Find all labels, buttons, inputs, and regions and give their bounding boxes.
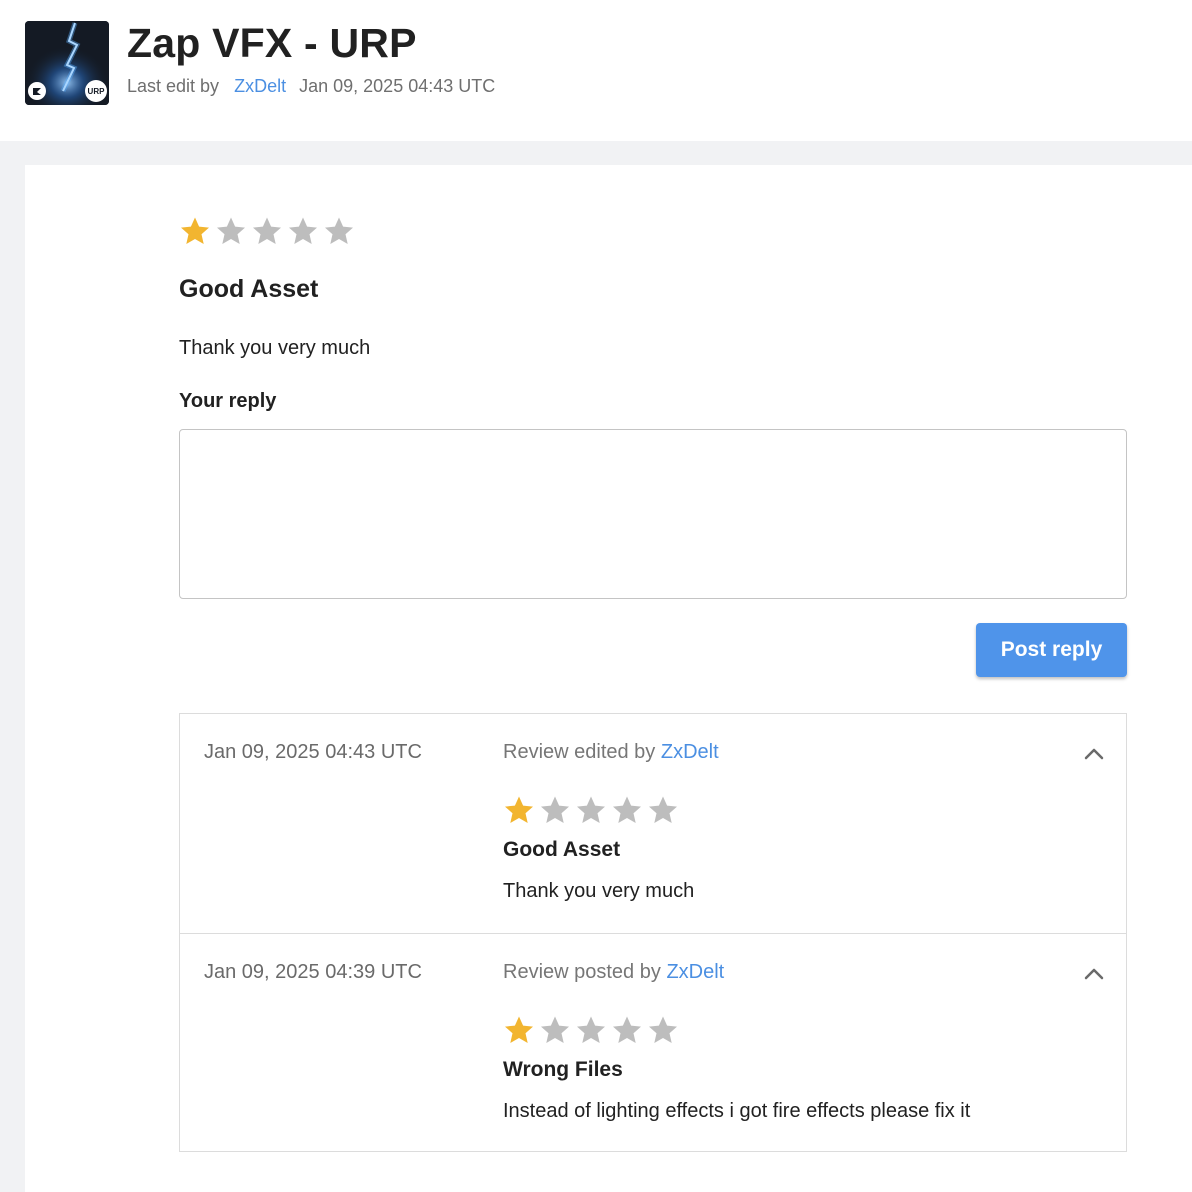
history-date: Jan 09, 2025 04:43 UTC (204, 741, 422, 763)
chevron-up-icon[interactable] (1082, 742, 1106, 766)
review-history: Jan 09, 2025 04:43 UTC Review edited by … (179, 713, 1127, 1152)
last-edit-label: Last edit by (127, 76, 220, 96)
urp-badge: URP (88, 87, 106, 96)
history-action-label: Review edited by (503, 741, 656, 763)
star-empty-icon (541, 796, 569, 823)
star-empty-icon (217, 217, 245, 244)
history-title: Wrong Files (503, 1058, 623, 1081)
star-empty-icon (253, 217, 281, 244)
last-edit-meta: Last edit by ZxDelt Jan 09, 2025 04:43 U… (127, 76, 495, 97)
last-edit-date: Jan 09, 2025 04:43 UTC (299, 76, 496, 96)
history-action: Review edited by ZxDelt (503, 741, 719, 764)
post-reply-button[interactable]: Post reply (976, 623, 1127, 677)
history-title: Good Asset (503, 838, 621, 861)
star-empty-icon (541, 1016, 569, 1043)
star-empty-icon (613, 796, 641, 823)
review-title: Good Asset (179, 275, 319, 303)
star-empty-icon (289, 217, 317, 244)
star-empty-icon (613, 1016, 641, 1043)
history-date: Jan 09, 2025 04:39 UTC (204, 961, 422, 983)
history-user-link[interactable]: ZxDelt (666, 961, 724, 983)
review-card: Good Asset Thank you very much Your repl… (25, 165, 1192, 1192)
history-rating (503, 794, 679, 826)
star-filled-icon (505, 796, 533, 823)
history-entry: Jan 09, 2025 04:43 UTC Review edited by … (180, 714, 1126, 933)
history-body: Thank you very much (503, 880, 695, 902)
star-empty-icon (649, 796, 677, 823)
star-empty-icon (577, 1016, 605, 1043)
history-user-link[interactable]: ZxDelt (661, 741, 719, 763)
star-filled-icon (181, 217, 209, 244)
history-rating (503, 1014, 679, 1046)
page-header: URP Zap VFX - URP Last edit by ZxDelt Ja… (0, 0, 1192, 141)
last-edit-user-link[interactable]: ZxDelt (234, 76, 286, 96)
page-title: Zap VFX - URP (127, 20, 417, 66)
history-entry: Jan 09, 2025 04:39 UTC Review posted by … (180, 933, 1126, 1152)
star-filled-icon (505, 1016, 533, 1043)
chevron-up-icon[interactable] (1082, 962, 1106, 986)
reply-label: Your reply (179, 390, 277, 412)
history-body: Instead of lighting effects i got fire e… (503, 1100, 971, 1122)
star-empty-icon (649, 1016, 677, 1043)
asset-thumbnail: URP (25, 21, 109, 105)
star-empty-icon (577, 796, 605, 823)
reply-input[interactable] (179, 429, 1127, 599)
review-body: Thank you very much (179, 337, 371, 359)
history-action: Review posted by ZxDelt (503, 961, 724, 984)
star-empty-icon (325, 217, 353, 244)
review-rating (179, 215, 355, 247)
history-action-label: Review posted by (503, 961, 661, 983)
